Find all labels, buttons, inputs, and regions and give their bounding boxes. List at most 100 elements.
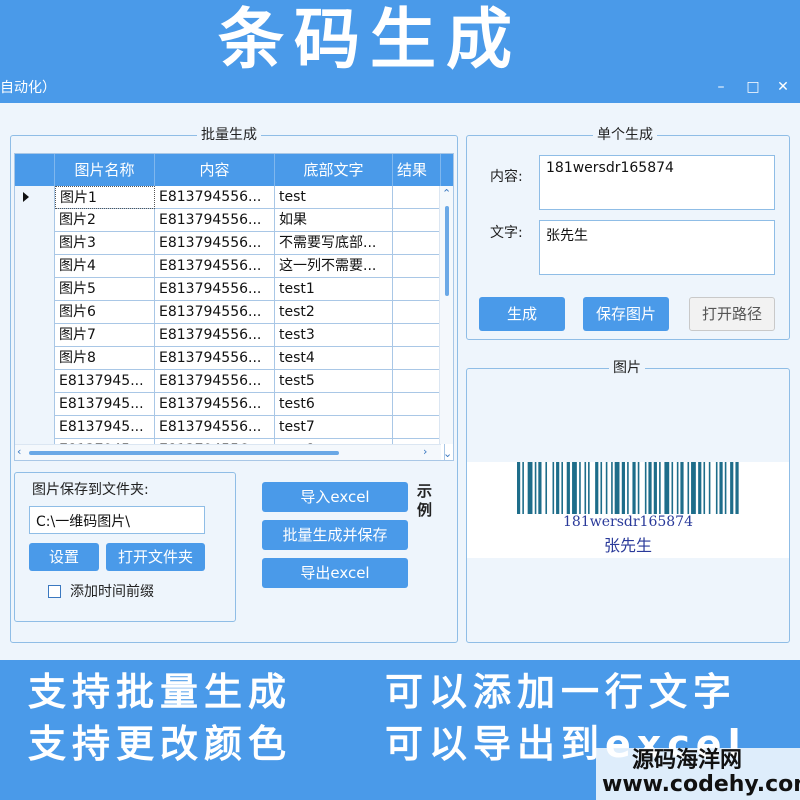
cell-content[interactable]: E813794556... [155,209,275,232]
cell-image-name[interactable]: E8137945... [55,393,155,416]
column-header-result[interactable]: 结果 [393,154,441,186]
feature-color: 支持更改颜色 [28,722,293,766]
content-input[interactable]: 181wersdr165874 [539,155,775,210]
cell-bottom-text[interactable]: test2 [275,301,393,324]
scroll-up-icon[interactable]: ⌃ [442,188,451,200]
row-header[interactable] [15,278,55,301]
save-folder-input[interactable]: C:\一维码图片\ [29,506,205,534]
barcode-preview: 181wersdr165874 张先生 [467,462,789,558]
table-row[interactable]: E8137945... E813794556... test7 [15,416,445,439]
table-row[interactable]: 图片3 E813794556... 不需要写底部... [15,232,445,255]
cell-content[interactable]: E813794556... [155,278,275,301]
minimize-button[interactable]: – [710,76,732,98]
maximize-button[interactable]: □ [742,76,764,98]
vertical-scroll-thumb[interactable] [445,206,449,296]
settings-button[interactable]: 设置 [29,543,99,571]
cell-result[interactable] [393,347,445,370]
row-header[interactable] [15,209,55,232]
grid-horizontal-scrollbar[interactable]: ‹ › [15,444,441,460]
cell-result[interactable] [393,370,445,393]
scroll-right-icon[interactable]: › [423,446,427,458]
cell-content[interactable]: E813794556... [155,301,275,324]
cell-image-name[interactable]: 图片4 [55,255,155,278]
table-row[interactable]: 图片7 E813794556... test3 [15,324,445,347]
column-header-content[interactable]: 内容 [155,154,275,186]
table-row[interactable]: 图片6 E813794556... test2 [15,301,445,324]
cell-content[interactable]: E813794556... [155,370,275,393]
cell-bottom-text[interactable]: 不需要写底部... [275,232,393,255]
cell-bottom-text[interactable]: test6 [275,393,393,416]
cell-content[interactable]: E813794556... [155,347,275,370]
table-row[interactable]: 图片1 E813794556... test [15,186,445,209]
cell-image-name[interactable]: 图片5 [55,278,155,301]
column-header-bottom-text[interactable]: 底部文字 [275,154,393,186]
cell-content[interactable]: E813794556... [155,416,275,439]
column-header-image-name[interactable]: 图片名称 [55,154,155,186]
cell-bottom-text[interactable]: 这一列不需要... [275,255,393,278]
scroll-left-icon[interactable]: ‹ [17,446,21,458]
cell-result[interactable] [393,232,445,255]
table-row[interactable]: 图片5 E813794556... test1 [15,278,445,301]
cell-bottom-text[interactable]: test7 [275,416,393,439]
cell-result[interactable] [393,393,445,416]
row-header[interactable] [15,393,55,416]
cell-image-name[interactable]: 图片1 [55,186,155,209]
table-row[interactable]: 图片8 E813794556... test4 [15,347,445,370]
batch-data-grid[interactable]: 图片名称 内容 底部文字 结果 图片1 E813794556... test 图片2 E… [14,153,454,461]
cell-content[interactable]: E813794556... [155,324,275,347]
row-header[interactable] [15,232,55,255]
cell-bottom-text[interactable]: test3 [275,324,393,347]
cell-image-name[interactable]: 图片7 [55,324,155,347]
table-row[interactable]: E8137945... E813794556... test6 [15,393,445,416]
save-folder-label: 图片保存到文件夹: [32,482,149,498]
cell-result[interactable] [393,416,445,439]
cell-image-name[interactable]: E8137945... [55,370,155,393]
cell-content[interactable]: E813794556... [155,255,275,278]
cell-result[interactable] [393,278,445,301]
cell-bottom-text[interactable]: 如果 [275,209,393,232]
table-row[interactable]: E8137945... E813794556... test5 [15,370,445,393]
cell-result[interactable] [393,255,445,278]
scroll-down-icon[interactable]: ⌄ [443,448,452,460]
row-header[interactable] [15,324,55,347]
cell-result[interactable] [393,209,445,232]
cell-image-name[interactable]: E8137945... [55,416,155,439]
cell-image-name[interactable]: 图片3 [55,232,155,255]
export-excel-button[interactable]: 导出excel [262,558,408,588]
row-header[interactable] [15,301,55,324]
horizontal-scroll-thumb[interactable] [29,451,339,455]
generate-button[interactable]: 生成 [479,297,565,331]
barcode-text: 181wersdr165874 [563,514,693,530]
save-image-button[interactable]: 保存图片 [583,297,669,331]
row-header[interactable] [15,255,55,278]
row-header[interactable] [15,186,55,209]
cell-bottom-text[interactable]: test4 [275,347,393,370]
cell-bottom-text[interactable]: test1 [275,278,393,301]
grid-vertical-scrollbar[interactable]: ⌃ [439,186,453,444]
row-header[interactable] [15,416,55,439]
open-folder-button[interactable]: 打开文件夹 [106,543,205,571]
cell-content[interactable]: E813794556... [155,186,275,209]
cell-image-name[interactable]: 图片6 [55,301,155,324]
row-header[interactable] [15,370,55,393]
add-time-prefix-checkbox[interactable] [48,585,61,598]
cell-content[interactable]: E813794556... [155,232,275,255]
close-button[interactable]: ✕ [772,76,794,98]
example-link[interactable]: 示例 [417,482,435,520]
text-input[interactable]: 张先生 [539,220,775,275]
table-row[interactable]: 图片4 E813794556... 这一列不需要... [15,255,445,278]
batch-generate-save-button[interactable]: 批量生成并保存 [262,520,408,550]
open-path-button[interactable]: 打开路径 [689,297,775,331]
cell-result[interactable] [393,186,445,209]
cell-bottom-text[interactable]: test [275,186,393,209]
table-row[interactable]: 图片2 E813794556... 如果 [15,209,445,232]
cell-bottom-text[interactable]: test5 [275,370,393,393]
row-header[interactable] [15,347,55,370]
cell-image-name[interactable]: 图片8 [55,347,155,370]
import-excel-button[interactable]: 导入excel [262,482,408,512]
cell-result[interactable] [393,324,445,347]
cell-content[interactable]: E813794556... [155,393,275,416]
barcode-bar [644,462,647,514]
cell-image-name[interactable]: 图片2 [55,209,155,232]
cell-result[interactable] [393,301,445,324]
